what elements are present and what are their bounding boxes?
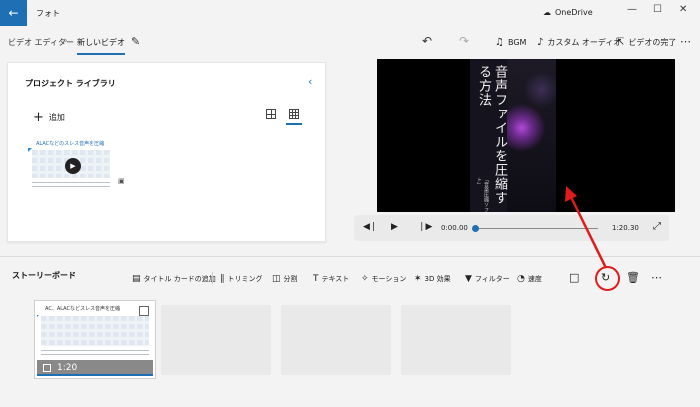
clip-caption: AC、ALACなどスレス音声を圧縮 (37, 303, 153, 315)
empty-storyboard-slot[interactable] (401, 305, 511, 375)
empty-storyboard-slot[interactable] (281, 305, 391, 375)
large-grid-view-icon[interactable] (266, 109, 276, 119)
filter-button[interactable]: ▼ フィルター (465, 274, 510, 284)
trim-button[interactable]: ∥ トリミング (220, 274, 263, 284)
text-button[interactable]: T テキスト (313, 274, 349, 284)
crop-icon[interactable]: □ (569, 271, 579, 284)
video-subtitle-overlay: 「音楽圧縮ソフト」 (476, 177, 489, 212)
filter-label: フィルター (474, 275, 510, 283)
split-label: 分割 (283, 275, 298, 283)
empty-storyboard-slot[interactable] (161, 305, 271, 375)
plus-icon: + (33, 109, 44, 125)
export-icon: ⇱ (616, 37, 625, 48)
collapse-panel-icon[interactable]: ‹ (308, 75, 312, 88)
video-frame: 音声ファイルを圧縮する方法 「音楽圧縮ソフト」 (470, 59, 556, 212)
add-label: 追加 (48, 113, 65, 122)
undo-icon[interactable]: ↶ (422, 34, 432, 48)
3d-effects-icon: ✶ (414, 274, 422, 284)
storyboard-divider (0, 256, 700, 257)
music-note-icon: ♫ (495, 37, 504, 48)
title-card-icon: ▤ (132, 274, 141, 284)
next-frame-icon[interactable]: ❘▶ (418, 222, 432, 232)
motion-label: モーション (371, 275, 407, 283)
motion-button[interactable]: ✧ モーション (361, 274, 406, 284)
bgm-button[interactable]: ♫ BGM (495, 37, 526, 48)
delete-icon[interactable]: 🗑 (626, 271, 640, 284)
bgm-label: BGM (507, 38, 527, 47)
storyboard-clip[interactable]: AC、ALACなどスレス音声を圧縮 1:20 (35, 301, 155, 378)
finish-video-label: ビデオの完了 (628, 38, 677, 47)
custom-audio-button[interactable]: ♪ カスタム オーディオ (537, 37, 621, 48)
previous-frame-icon[interactable]: ◀❘ (363, 222, 377, 232)
app-title: フォト (36, 9, 60, 18)
maximize-icon[interactable]: ☐ (653, 4, 662, 15)
total-time: 1:20.30 (612, 224, 639, 232)
more-actions-icon[interactable]: ⋯ (651, 271, 662, 284)
active-view-indicator (286, 123, 302, 125)
video-preview[interactable]: 音声ファイルを圧縮する方法 「音楽圧縮ソフト」 (377, 59, 675, 212)
clip-text-lines (41, 350, 149, 358)
3d-effects-button[interactable]: ✶ 3D 効果 (414, 274, 451, 284)
trim-icon: ∥ (220, 274, 225, 284)
storyboard-title: ストーリーボード (12, 271, 76, 280)
motion-icon: ✧ (361, 274, 369, 284)
playback-controls: ◀❘ ▶ ❘▶ 0:00.00 1:20.30 ⤢ (354, 215, 669, 241)
back-button[interactable]: ← (0, 0, 27, 26)
current-time: 0:00.00 (441, 224, 468, 232)
title-bar: ← フォト ☁ OneDrive — ☐ ✕ (0, 0, 700, 26)
speed-icon: ◔ (517, 274, 525, 284)
cloud-icon: ☁ (543, 8, 551, 17)
text-label: テキスト (321, 275, 350, 283)
add-title-card-button[interactable]: ▤ タイトル カードの追加 (132, 274, 216, 284)
speed-button[interactable]: ◔ 速度 (517, 274, 542, 284)
studio-photo (507, 59, 556, 212)
close-icon[interactable]: ✕ (679, 4, 687, 15)
speed-label: 速度 (527, 275, 542, 283)
clip-type-icon (43, 364, 51, 372)
clip-progress-bar (37, 374, 153, 376)
add-media-button[interactable]: + 追加 (33, 109, 65, 125)
more-options-icon[interactable]: ⋯ (680, 35, 691, 48)
text-icon: T (313, 274, 319, 284)
play-button-icon[interactable]: ▶ (391, 222, 398, 232)
library-title: プロジェクト ライブラリ (25, 79, 116, 88)
chevron-right-icon: › (64, 36, 68, 46)
trim-label: トリミング (227, 275, 263, 283)
thumbnail-text-lines (32, 182, 110, 190)
project-library-panel: プロジェクト ライブラリ ‹ + 追加 ALACなどのスレス音声を圧縮 ▶ ▣ (7, 62, 326, 242)
library-media-thumbnail[interactable]: ALACなどのスレス音声を圧縮 ▶ (28, 138, 114, 196)
finish-video-button[interactable]: ⇱ ビデオの完了 (616, 37, 676, 48)
fullscreen-icon[interactable]: ⤢ (653, 221, 661, 232)
split-button[interactable]: ◫ 分割 (272, 274, 298, 284)
audio-person-icon: ♪ (537, 37, 544, 48)
filter-icon: ▼ (465, 274, 472, 284)
split-icon: ◫ (272, 274, 281, 284)
seek-track[interactable] (475, 228, 598, 229)
breadcrumb-project-name[interactable]: 新しいビデオ (77, 37, 125, 55)
back-arrow-icon: ← (8, 6, 19, 20)
minimize-icon[interactable]: — (627, 4, 637, 15)
thumbnail-caption: ALACなどのスレス音声を圧縮 (28, 138, 114, 148)
seek-handle[interactable] (472, 225, 479, 232)
small-grid-view-icon[interactable] (289, 109, 299, 119)
onedrive-label: OneDrive (555, 8, 593, 17)
add-title-card-label: タイトル カードの追加 (143, 275, 216, 283)
thumbnail-menu-icon[interactable]: ▣ (118, 177, 125, 185)
3d-effects-label: 3D 効果 (424, 275, 451, 283)
onedrive-status[interactable]: ☁ OneDrive (543, 8, 593, 17)
clip-select-checkbox[interactable] (139, 306, 149, 316)
toolbar-separator (212, 272, 213, 284)
clip-duration: 1:20 (57, 363, 78, 373)
clip-keyboard-image (41, 316, 149, 346)
pencil-icon[interactable]: ✎ (131, 35, 140, 48)
redo-icon[interactable]: ↷ (459, 34, 469, 48)
annotation-highlight-circle (595, 266, 620, 291)
custom-audio-label: カスタム オーディオ (547, 38, 622, 47)
play-icon: ▶ (65, 158, 81, 174)
